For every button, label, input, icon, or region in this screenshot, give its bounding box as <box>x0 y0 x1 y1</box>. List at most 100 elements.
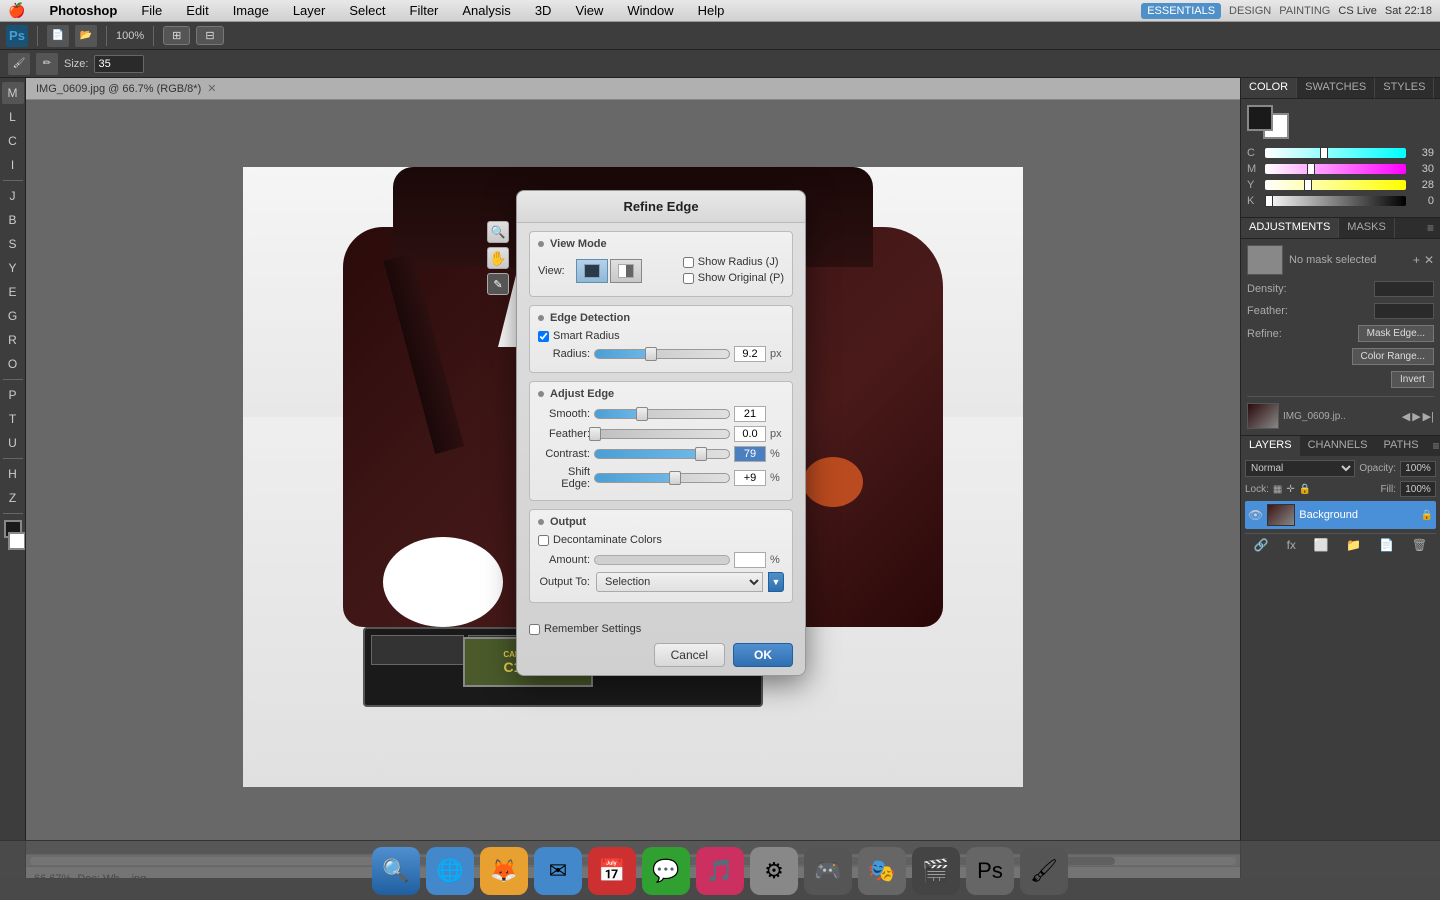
apple-menu[interactable]: 🍎 <box>8 2 25 19</box>
contrast-value[interactable] <box>734 446 766 462</box>
painting-btn[interactable]: PAINTING <box>1279 5 1330 17</box>
tool-zoom[interactable]: Z <box>2 487 24 509</box>
menu-window[interactable]: Window <box>623 3 677 18</box>
delete-layer-btn[interactable]: 🗑 <box>1412 538 1427 552</box>
tab-paths[interactable]: PATHS <box>1376 436 1427 456</box>
dock-safari[interactable]: 🌐 <box>426 847 474 895</box>
smooth-slider[interactable] <box>594 409 730 419</box>
tab-color[interactable]: COLOR <box>1241 78 1297 98</box>
y-slider[interactable] <box>1265 180 1406 190</box>
essentials-btn[interactable]: ESSENTIALS <box>1141 3 1221 19</box>
link-layers-btn[interactable]: 🔗 <box>1254 538 1269 552</box>
c-slider[interactable] <box>1265 148 1406 158</box>
dock-system-prefs[interactable]: ⚙ <box>750 847 798 895</box>
tool-shape[interactable]: U <box>2 432 24 454</box>
layers-panel-menu[interactable]: ≡ <box>1427 436 1440 456</box>
tab-channels[interactable]: CHANNELS <box>1300 436 1376 456</box>
dock-messages[interactable]: 💬 <box>642 847 690 895</box>
mask-edge-btn[interactable]: Mask Edge... <box>1358 325 1434 342</box>
dock-itunes[interactable]: 🎵 <box>696 847 744 895</box>
smooth-value[interactable] <box>734 406 766 422</box>
shift-edge-slider[interactable] <box>594 473 730 483</box>
open-btn[interactable]: 📂 <box>75 25 97 47</box>
blend-mode-select[interactable]: Normal <box>1245 460 1355 477</box>
view-btn-2[interactable] <box>610 259 642 283</box>
dock-app12[interactable]: 🖌 <box>1020 847 1068 895</box>
radius-slider[interactable] <box>594 349 730 359</box>
tool-history[interactable]: Y <box>2 257 24 279</box>
adj-nav-next[interactable]: ▶ <box>1412 410 1420 423</box>
menu-filter[interactable]: Filter <box>406 3 443 18</box>
lock-all-btn[interactable]: 🔒 <box>1299 484 1311 495</box>
lock-position-btn[interactable]: ✛ <box>1286 484 1294 495</box>
tab-styles[interactable]: STYLES <box>1375 78 1434 98</box>
dock-firefox[interactable]: 🦊 <box>480 847 528 895</box>
dock-photoshop[interactable]: Ps <box>966 847 1014 895</box>
new-group-btn[interactable]: 📁 <box>1346 538 1361 552</box>
adj-panel-menu[interactable]: ≡ <box>1421 218 1440 238</box>
background-color[interactable] <box>8 532 26 550</box>
refine-hand-tool[interactable]: ✋ <box>487 247 509 269</box>
tool-blur[interactable]: R <box>2 329 24 351</box>
fill-input[interactable] <box>1400 481 1436 497</box>
tool-gradient[interactable]: G <box>2 305 24 327</box>
color-panel-menu[interactable]: ≡ <box>1434 78 1440 98</box>
tool-selection[interactable]: M <box>2 82 24 104</box>
size-input[interactable] <box>94 55 144 73</box>
tool-crop[interactable]: C <box>2 130 24 152</box>
tab-adjustments[interactable]: ADJUSTMENTS <box>1241 218 1339 238</box>
dock-app9[interactable]: 🎭 <box>858 847 906 895</box>
decontaminate-checkbox[interactable] <box>538 535 549 546</box>
adj-add-btn[interactable]: + <box>1413 253 1420 267</box>
adj-delete-btn[interactable]: ✕ <box>1424 253 1434 267</box>
amount-slider[interactable] <box>594 555 730 565</box>
show-original-checkbox[interactable] <box>683 273 694 284</box>
remember-checkbox[interactable] <box>529 624 540 635</box>
menu-file[interactable]: File <box>137 3 166 18</box>
design-btn[interactable]: DESIGN <box>1229 5 1271 17</box>
menu-edit[interactable]: Edit <box>182 3 212 18</box>
dock-calendar[interactable]: 📅 <box>588 847 636 895</box>
smart-radius-checkbox[interactable] <box>538 331 549 342</box>
new-layer-btn[interactable]: 📄 <box>1379 538 1394 552</box>
dock-mail[interactable]: ✉ <box>534 847 582 895</box>
cs-live-btn[interactable]: CS Live <box>1338 5 1377 17</box>
menu-help[interactable]: Help <box>694 3 729 18</box>
view-btn-1[interactable] <box>576 259 608 283</box>
tool-pen[interactable]: P <box>2 384 24 406</box>
tool-eyedropper[interactable]: I <box>2 154 24 176</box>
ok-button[interactable]: OK <box>733 643 793 667</box>
layer-visibility-eye[interactable]: 👁 <box>1248 508 1263 522</box>
invert-btn[interactable]: Invert <box>1391 371 1434 388</box>
amount-value[interactable] <box>734 552 766 568</box>
tool-text[interactable]: T <box>2 408 24 430</box>
tool-brush[interactable]: B <box>2 209 24 231</box>
menu-3d[interactable]: 3D <box>531 3 556 18</box>
brush-preset-btn[interactable]: 🖌 <box>8 53 30 75</box>
contrast-slider[interactable] <box>594 449 730 459</box>
refine-zoom-tool[interactable]: 🔍 <box>487 221 509 243</box>
dock-app10[interactable]: 🎬 <box>912 847 960 895</box>
tool-hand[interactable]: H <box>2 463 24 485</box>
feather-value[interactable] <box>734 426 766 442</box>
add-style-btn[interactable]: fx <box>1287 538 1296 552</box>
arrange-btn[interactable]: ⊟ <box>196 26 223 45</box>
layer-item-background[interactable]: 👁 Background 🔒 <box>1245 501 1436 529</box>
menu-view[interactable]: View <box>571 3 607 18</box>
menu-select[interactable]: Select <box>345 3 389 18</box>
menu-analysis[interactable]: Analysis <box>458 3 514 18</box>
show-radius-checkbox[interactable] <box>683 257 694 268</box>
k-slider[interactable] <box>1265 196 1406 206</box>
lock-pixels-btn[interactable]: ▦ <box>1273 484 1282 495</box>
shift-edge-value[interactable] <box>734 470 766 486</box>
output-to-select[interactable]: Selection Layer Mask New Layer <box>596 572 763 592</box>
tab-layers[interactable]: LAYERS <box>1241 436 1300 456</box>
tool-eraser[interactable]: E <box>2 281 24 303</box>
brush-alt-btn[interactable]: ✏ <box>36 53 58 75</box>
refine-edge-tool[interactable]: ✎ <box>487 273 509 295</box>
canvas-content[interactable]: CALIFORNIA C17978 🔍 ✋ ✎ Refine Edge <box>26 100 1240 854</box>
add-mask-btn[interactable]: ⬜ <box>1314 538 1329 552</box>
color-range-btn[interactable]: Color Range... <box>1352 348 1434 365</box>
foreground-swatch[interactable] <box>1247 105 1273 131</box>
tab-close-btn[interactable]: ✕ <box>207 82 216 95</box>
